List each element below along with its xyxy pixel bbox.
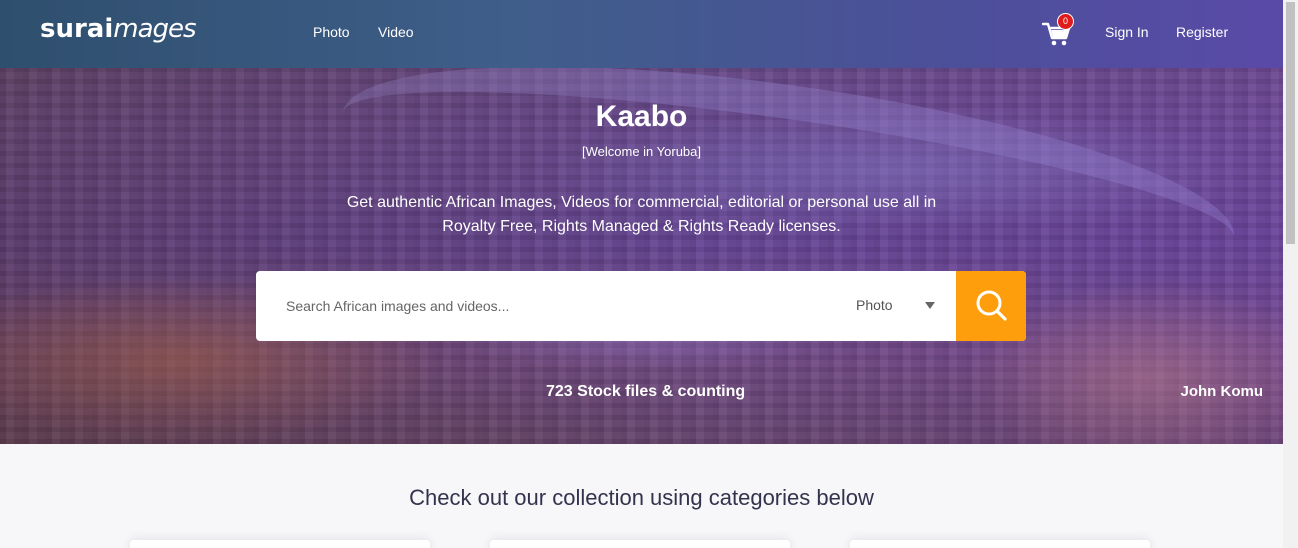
- header-bar: suraimages Photo Video 0 Sign In Registe…: [0, 0, 1283, 68]
- page-scrollbar[interactable]: [1283, 0, 1298, 548]
- search-input[interactable]: [286, 271, 826, 341]
- hero-subtitle: [Welcome in Yoruba]: [582, 144, 701, 159]
- category-card[interactable]: [130, 540, 430, 548]
- search-button[interactable]: [956, 271, 1026, 341]
- page: suraimages Photo Video 0 Sign In Registe…: [0, 0, 1283, 548]
- search-icon: [976, 290, 1007, 321]
- photo-credit[interactable]: John Komu: [1181, 383, 1264, 400]
- sign-in-link[interactable]: Sign In: [1105, 24, 1149, 40]
- cart-count-badge: 0: [1057, 13, 1074, 30]
- media-type-value: Photo: [856, 297, 893, 313]
- logo[interactable]: suraimages: [40, 14, 197, 54]
- logo-text-part1: surai: [40, 14, 114, 44]
- logo-text-part2: mages: [113, 14, 196, 44]
- scrollbar-thumb[interactable]: [1286, 2, 1295, 244]
- search-bar: Photo: [256, 271, 1026, 341]
- stock-count-text: 723 Stock files & counting: [546, 383, 746, 400]
- chevron-down-icon: [925, 302, 935, 309]
- media-type-select[interactable]: Photo: [856, 271, 956, 341]
- category-card[interactable]: [490, 540, 790, 548]
- register-link[interactable]: Register: [1176, 24, 1228, 40]
- hero-tagline: Get authentic African Images, Videos for…: [346, 194, 937, 235]
- hero-title: Kaabo: [595, 100, 688, 133]
- nav-photo[interactable]: Photo: [313, 24, 350, 40]
- category-card[interactable]: [850, 540, 1150, 548]
- nav-video[interactable]: Video: [378, 24, 414, 40]
- categories-heading: Check out our collection using categorie…: [409, 485, 874, 510]
